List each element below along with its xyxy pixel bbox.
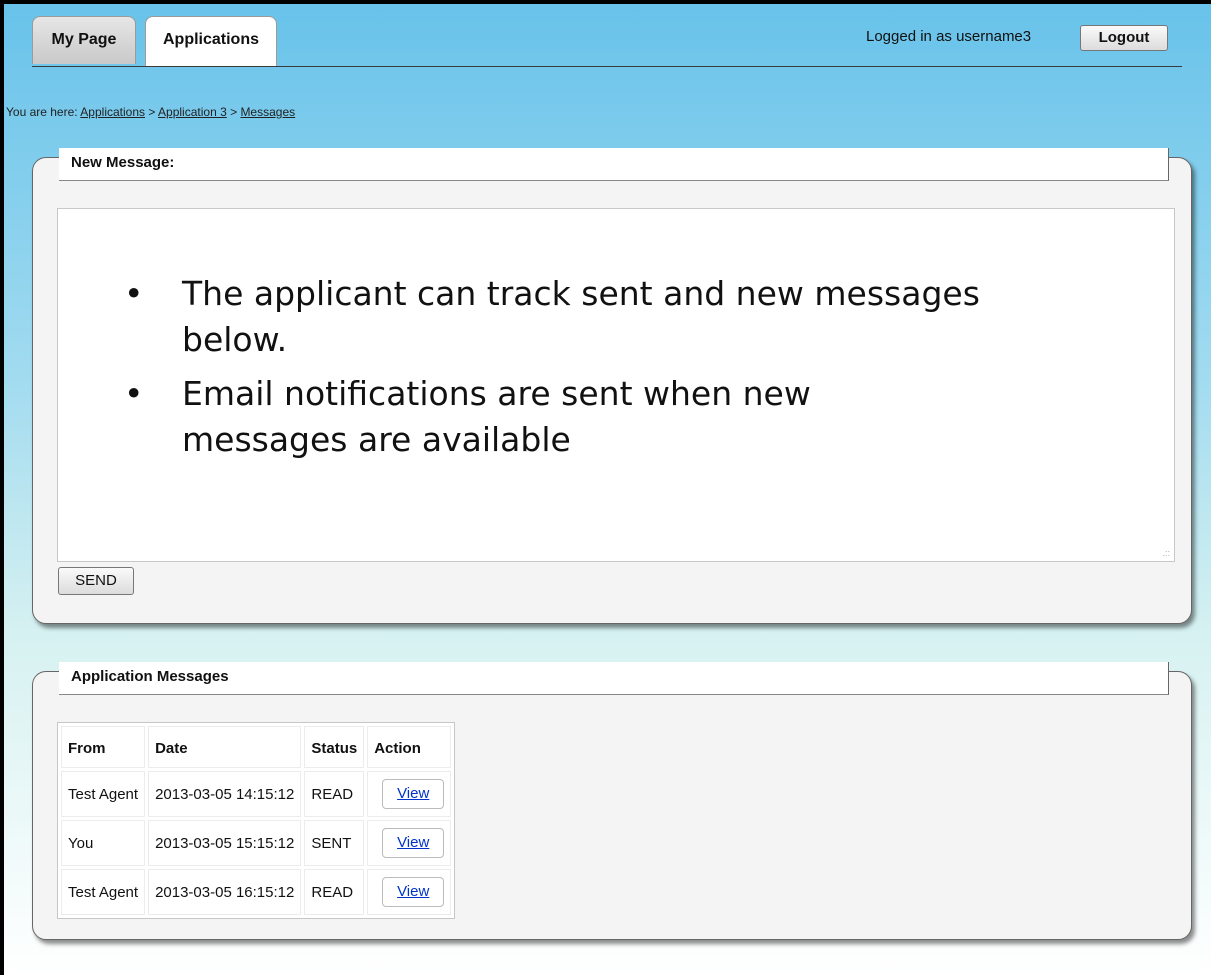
tab-my-page[interactable]: My Page xyxy=(32,16,136,64)
column-header-date: Date xyxy=(148,726,302,768)
message-textarea[interactable]: The applicant can track sent and new mes… xyxy=(57,208,1175,562)
new-message-legend: New Message: xyxy=(59,148,1169,181)
cell-status: READ xyxy=(304,869,365,915)
note-item: Email notifications are sent when new me… xyxy=(124,371,982,463)
table-row: Test Agent 2013-03-05 14:15:12 READ View xyxy=(61,771,452,817)
breadcrumb-separator: > xyxy=(226,105,241,119)
view-button[interactable]: View xyxy=(382,828,445,858)
cell-status: READ xyxy=(304,771,365,817)
breadcrumb: You are here: Applications > Application… xyxy=(6,105,295,119)
tab-bar-divider xyxy=(32,66,1182,67)
view-button[interactable]: View xyxy=(382,877,445,907)
cell-action: View xyxy=(367,869,452,915)
breadcrumb-link-applications[interactable]: Applications xyxy=(80,105,145,119)
table-header-row: From Date Status Action xyxy=(61,726,452,768)
cell-from: Test Agent xyxy=(61,869,146,915)
send-button[interactable]: SEND xyxy=(58,567,134,595)
view-button[interactable]: View xyxy=(382,779,445,809)
breadcrumb-separator: > xyxy=(145,105,159,119)
tab-applications[interactable]: Applications xyxy=(145,16,277,67)
new-message-panel: New Message: The applicant can track sen… xyxy=(32,148,1192,624)
cell-action: View xyxy=(367,771,452,817)
column-header-status: Status xyxy=(304,726,365,768)
cell-status: SENT xyxy=(304,820,365,866)
logout-button[interactable]: Logout xyxy=(1080,25,1168,51)
breadcrumb-link-messages[interactable]: Messages xyxy=(240,105,295,119)
cell-date: 2013-03-05 14:15:12 xyxy=(148,771,302,817)
breadcrumb-prefix: You are here: xyxy=(6,105,81,119)
application-messages-panel: Application Messages From Date Status Ac… xyxy=(32,662,1192,940)
cell-action: View xyxy=(367,820,452,866)
breadcrumb-link-application-3[interactable]: Application 3 xyxy=(158,105,227,119)
application-messages-legend: Application Messages xyxy=(59,662,1169,695)
cell-from: You xyxy=(61,820,146,866)
messages-table: From Date Status Action Test Agent 2013-… xyxy=(57,722,456,919)
overlay-notes: The applicant can track sent and new mes… xyxy=(124,271,982,471)
note-item: The applicant can track sent and new mes… xyxy=(124,271,982,363)
login-status: Logged in as username3 xyxy=(866,28,1032,45)
cell-date: 2013-03-05 16:15:12 xyxy=(148,869,302,915)
column-header-action: Action xyxy=(367,726,452,768)
cell-from: Test Agent xyxy=(61,771,146,817)
column-header-from: From xyxy=(61,726,146,768)
table-row: Test Agent 2013-03-05 16:15:12 READ View xyxy=(61,869,452,915)
cell-date: 2013-03-05 15:15:12 xyxy=(148,820,302,866)
resize-grip-icon[interactable]: .:: xyxy=(1162,548,1170,558)
table-row: You 2013-03-05 15:15:12 SENT View xyxy=(61,820,452,866)
